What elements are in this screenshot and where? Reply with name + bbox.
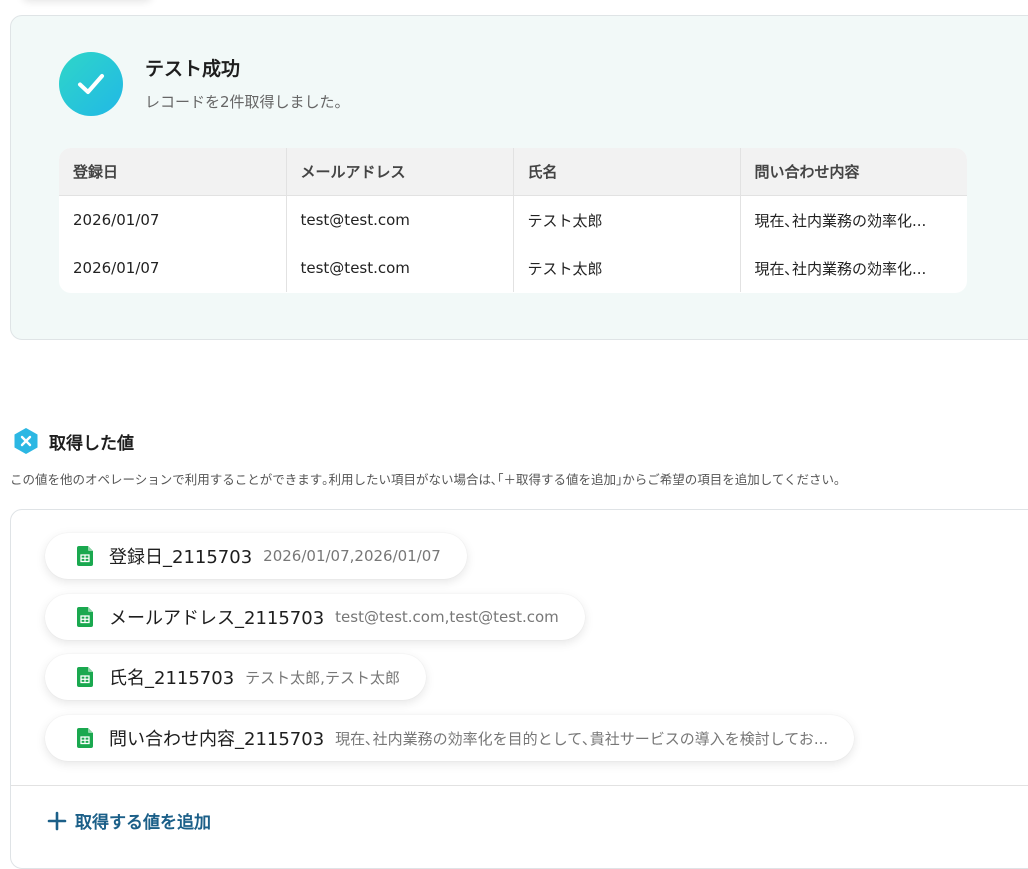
value-chip-label: 問い合わせ内容_2115703: [109, 729, 325, 750]
google-sheets-icon: [77, 546, 93, 566]
table-cell: 2026/01/07: [73, 259, 160, 277]
table-cell: テスト太郎: [512, 244, 740, 292]
value-chip-label: 登録日_2115703: [109, 547, 253, 568]
table-cell: 2026/01/07: [73, 211, 160, 229]
column-header: 登録日: [59, 148, 286, 196]
column-header: メールアドレス: [285, 148, 513, 196]
column-header: 問い合わせ内容: [739, 148, 967, 196]
add-acquired-value-button[interactable]: 取得する値を追加: [47, 808, 211, 833]
table-cell: テスト太郎: [512, 195, 740, 244]
table-cell: test@test.com: [285, 195, 513, 244]
check-icon: [59, 52, 123, 116]
variable-badge-icon: [12, 427, 40, 455]
table-row: 2026/01/07 test@test.com テスト太郎 現在､社内業務の効…: [59, 244, 967, 292]
value-chip-label: メールアドレス_2115703: [109, 608, 325, 629]
success-title: テスト成功: [145, 58, 241, 80]
value-chip-value: test@test.com,test@test.com: [335, 608, 559, 626]
acquired-values-description: この値を他のオペレーションで利用することができます｡利用したい項目がない場合は､…: [10, 472, 841, 487]
value-chip-name[interactable]: 氏名_2115703 テスト太郎,テスト太郎: [45, 654, 426, 700]
google-sheets-icon: [77, 667, 93, 687]
table-header-row: 登録日 メールアドレス 氏名 問い合わせ内容: [59, 148, 967, 196]
table-row: 2026/01/07 test@test.com テスト太郎 現在､社内業務の効…: [59, 195, 967, 244]
value-chip-value: 2026/01/07,2026/01/07: [263, 547, 441, 565]
test-success-card: テスト成功 レコードを2件取得しました。 登録日 メールアドレス 氏名 問い合わ…: [10, 15, 1028, 340]
value-chip-registration-date[interactable]: 登録日_2115703 2026/01/07,2026/01/07: [45, 533, 467, 579]
google-sheets-icon: [77, 607, 93, 627]
value-chip-inquiry[interactable]: 問い合わせ内容_2115703 現在､社内業務の効率化を目的として､貴社サービス…: [45, 715, 855, 761]
acquired-values-title: 取得した値: [49, 433, 134, 454]
add-acquired-value-label: 取得する値を追加: [75, 813, 211, 833]
acquired-values-card: 登録日_2115703 2026/01/07,2026/01/07 メールアドレ…: [10, 509, 1028, 869]
value-chip-value: 現在､社内業務の効率化を目的として､貴社サービスの導入を検討してお...: [335, 729, 829, 748]
value-chip-label: 氏名_2115703: [109, 668, 235, 689]
value-chip-value: テスト太郎,テスト太郎: [245, 668, 400, 687]
table-cell: test@test.com: [285, 244, 513, 292]
column-header: 氏名: [512, 148, 740, 196]
divider: [11, 785, 1028, 786]
table-cell: 現在､社内業務の効率化...: [739, 195, 967, 244]
success-subtitle: レコードを2件取得しました。: [145, 93, 350, 111]
google-sheets-icon: [77, 728, 93, 748]
plus-icon: [47, 811, 67, 831]
table-cell: 現在､社内業務の効率化...: [739, 244, 967, 292]
acquired-values-header: 取得した値: [12, 427, 134, 455]
result-table: 登録日 メールアドレス 氏名 問い合わせ内容 2026/01/07 test@t…: [59, 148, 967, 293]
value-chip-email[interactable]: メールアドレス_2115703 test@test.com,test@test.…: [45, 594, 585, 640]
